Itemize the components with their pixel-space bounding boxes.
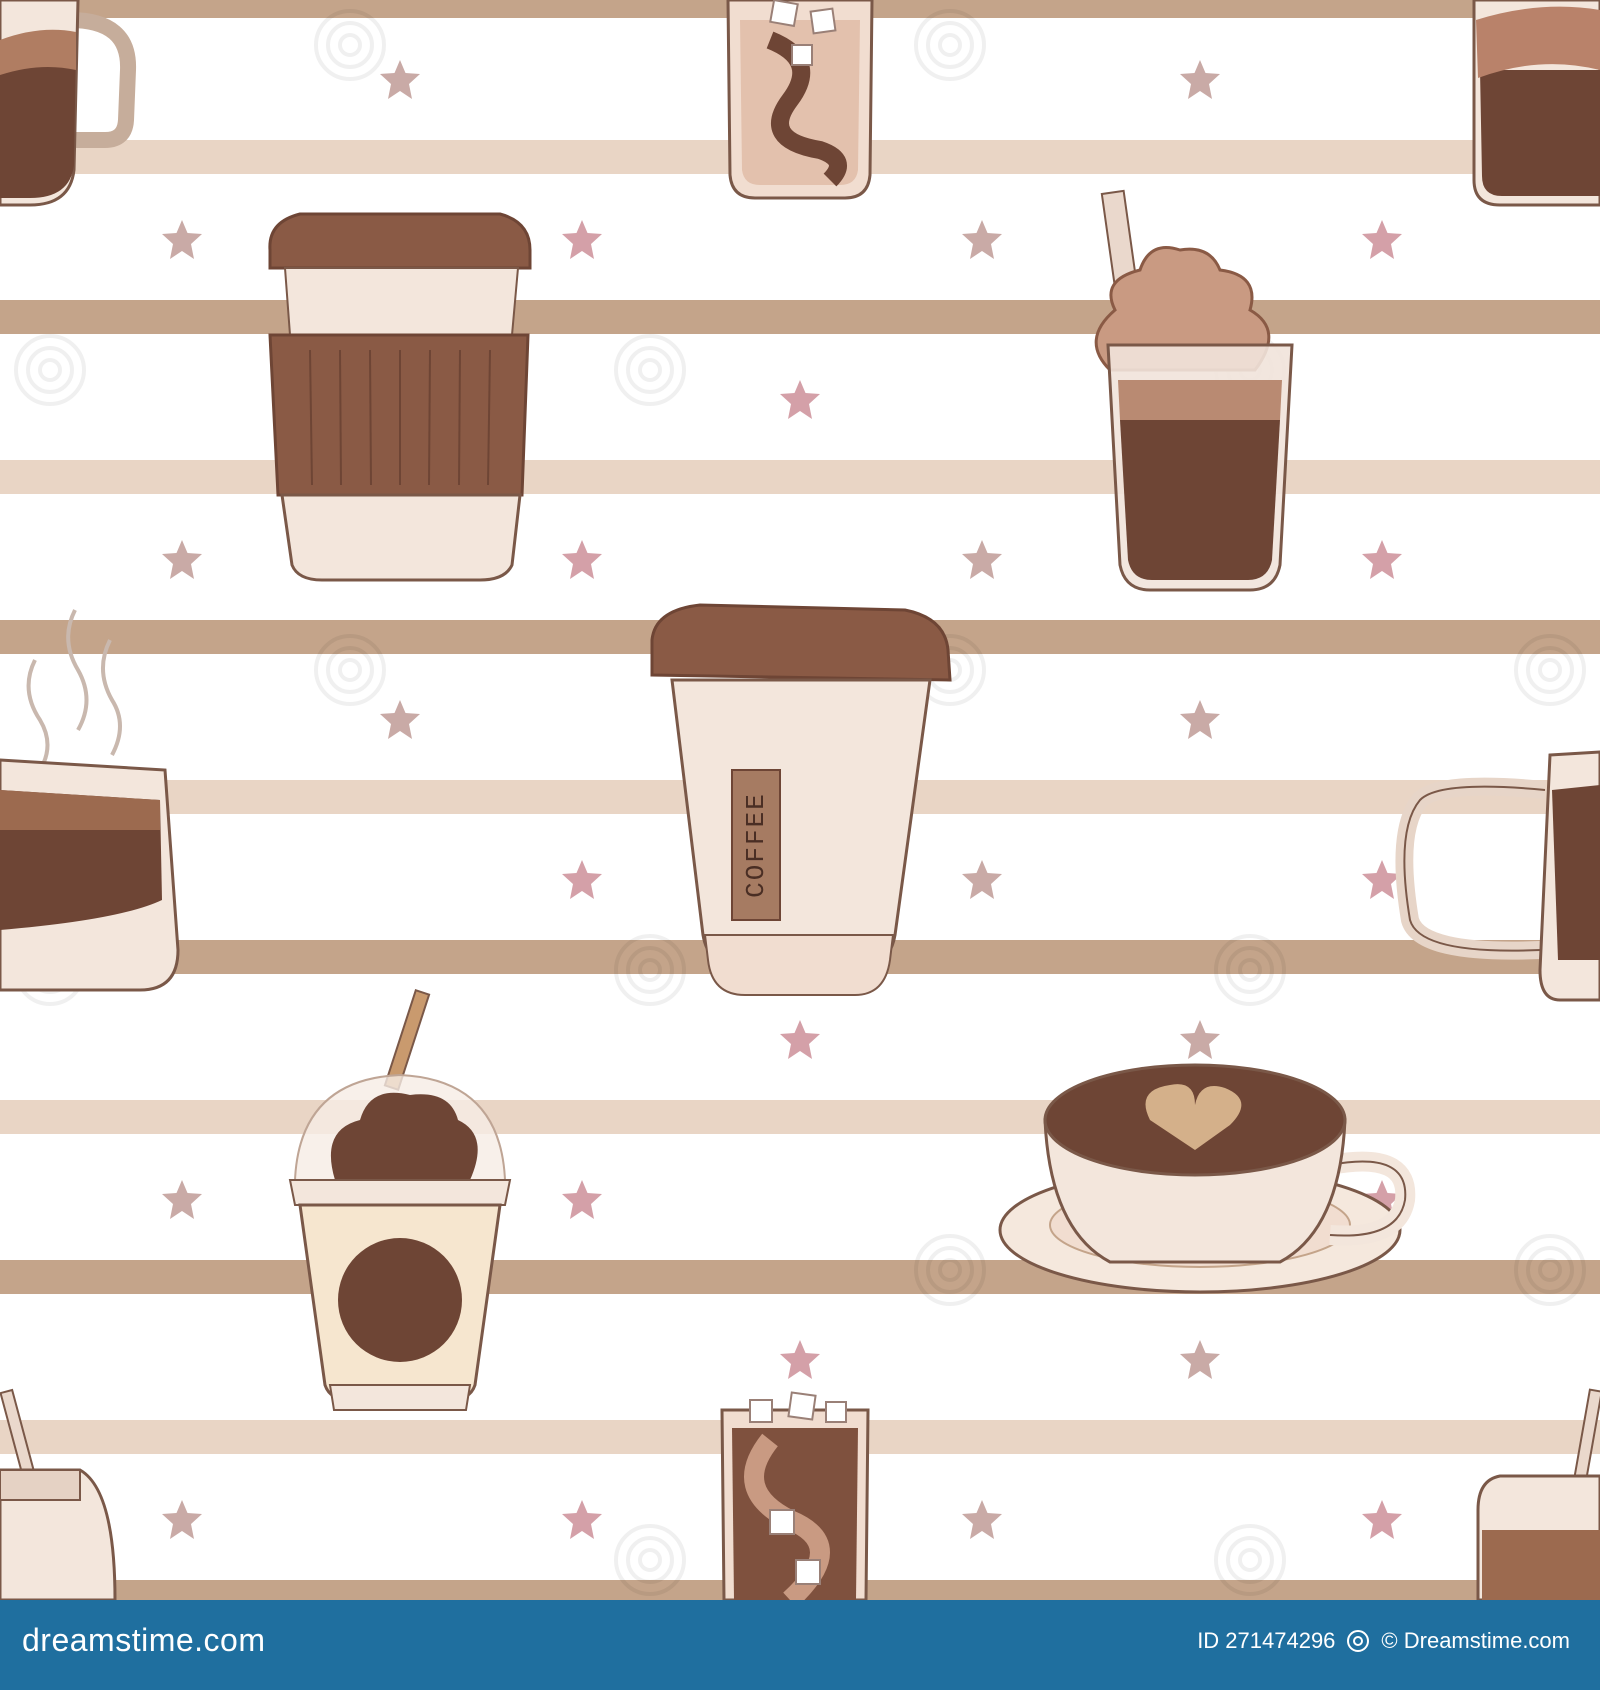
dreamstime-logo-icon bbox=[1347, 1630, 1370, 1652]
footer-meta: ID 271474296 © Dreamstime.com bbox=[1197, 1628, 1570, 1654]
coffee-pattern-illustration: COFFEE bbox=[0, 0, 1600, 1600]
stock-footer-bar: dreamstime.com ID 271474296 © Dreamstime… bbox=[0, 1600, 1600, 1690]
reusable-cup bbox=[268, 212, 532, 582]
cup-label-text: COFFEE bbox=[741, 792, 771, 898]
site-name[interactable]: dreamstime.com bbox=[22, 1622, 266, 1659]
image-id: ID 271474296 bbox=[1197, 1628, 1336, 1653]
iced-coffee-glass-top bbox=[726, 0, 874, 200]
jar-top-right bbox=[1472, 0, 1600, 207]
iced-coffee-glass-bottom bbox=[720, 1391, 870, 1600]
copyright-text: © Dreamstime.com bbox=[1381, 1628, 1570, 1653]
